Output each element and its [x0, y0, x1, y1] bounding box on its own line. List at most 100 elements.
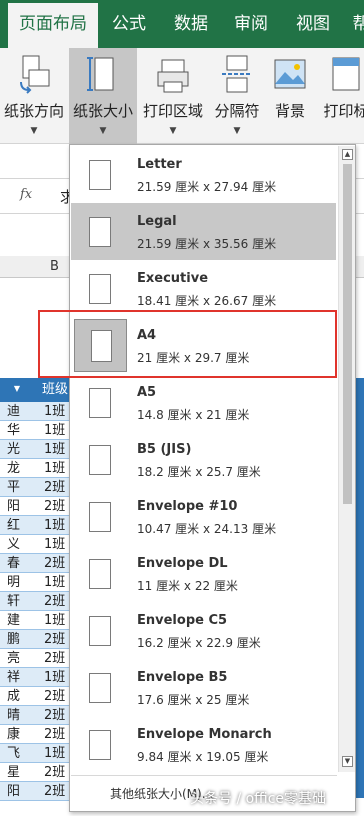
paper-size-name: Envelope B5 [137, 670, 228, 685]
table-cell-class[interactable]: 1班 [22, 611, 70, 630]
paper-size-dimensions: 21.59 厘米 x 35.56 厘米 [137, 237, 277, 251]
chevron-down-icon: ▼ [30, 126, 38, 136]
table-cell-class[interactable]: 1班 [22, 402, 70, 421]
table-cell-name[interactable]: 红 [0, 516, 22, 535]
paper-size-item[interactable]: Legal 21.59 厘米 x 35.56 厘米 [71, 203, 336, 260]
print-area-label: 打印区域 [142, 102, 203, 120]
column-header-b[interactable]: B [50, 259, 59, 274]
tab-page-layout[interactable]: 页面布局 [8, 3, 98, 48]
paper-size-item[interactable]: A5 14.8 厘米 x 21 厘米 [71, 374, 336, 431]
table-cell-class[interactable]: 1班 [22, 668, 70, 687]
table-cell-class[interactable]: 1班 [22, 744, 70, 763]
page-thumbnail-icon [89, 730, 111, 760]
page-thumbnail-icon [89, 217, 111, 247]
table-cell-name[interactable]: 亮 [0, 649, 22, 668]
paper-size-name: Envelope Monarch [137, 727, 272, 742]
table-cell-class[interactable]: 1班 [22, 440, 70, 459]
paper-size-item[interactable]: Envelope #10 10.47 厘米 x 24.13 厘米 [71, 488, 336, 545]
table-cell-class[interactable]: 2班 [22, 687, 70, 706]
table-cell-name[interactable]: 建 [0, 611, 22, 630]
table-cell-class[interactable]: 2班 [22, 763, 70, 782]
paper-size-item[interactable]: Envelope B5 17.6 厘米 x 25 厘米 [71, 659, 336, 716]
a4-highlight-box [38, 310, 337, 378]
paper-size-button[interactable]: 纸张大小 ▼ [69, 48, 137, 144]
table-header-class[interactable]: 班级 [22, 378, 70, 402]
table-cell-name[interactable]: 鹏 [0, 630, 22, 649]
table-cell-name[interactable]: 春 [0, 554, 22, 573]
filter-dropdown-icon[interactable]: ▼ [14, 384, 20, 393]
table-cell-class[interactable]: 1班 [22, 573, 70, 592]
table-cell-name[interactable]: 平 [0, 478, 22, 497]
breaks-icon [222, 55, 252, 93]
paper-size-name: B5 (JIS) [137, 442, 192, 457]
table-cell-class[interactable]: 1班 [22, 421, 70, 440]
paper-size-item[interactable]: B5 (JIS) 18.2 厘米 x 25.7 厘米 [71, 431, 336, 488]
tab-review[interactable]: 审阅 [226, 0, 276, 48]
table-cell-name[interactable]: 光 [0, 440, 22, 459]
tab-formulas[interactable]: 公式 [104, 0, 154, 48]
table-cell-class[interactable]: 2班 [22, 630, 70, 649]
table-cell-class[interactable]: 1班 [22, 516, 70, 535]
scrollbar-thumb[interactable] [343, 164, 352, 504]
page-thumbnail-icon [89, 559, 111, 589]
paper-size-name: Envelope DL [137, 556, 228, 571]
paper-size-name: Executive [137, 271, 209, 286]
paper-size-dropdown: Letter 21.59 厘米 x 27.94 厘米 Legal 21.59 厘米 x… [69, 144, 356, 812]
table-cell-class[interactable]: 1班 [22, 459, 70, 478]
table-cell-class[interactable]: 2班 [22, 592, 70, 611]
dropdown-scrollbar[interactable]: ▲ ▼ [338, 146, 355, 772]
table-cell-class[interactable]: 2班 [22, 706, 70, 725]
table-cell-name[interactable]: 晴 [0, 706, 22, 725]
paper-size-dimensions: 18.2 厘米 x 25.7 厘米 [137, 465, 261, 479]
paper-size-dimensions: 21.59 厘米 x 27.94 厘米 [137, 180, 277, 194]
table-cell-name[interactable]: 阳 [0, 497, 22, 516]
table-cell-name[interactable]: 成 [0, 687, 22, 706]
paper-size-item[interactable]: Envelope Monarch 9.84 厘米 x 19.05 厘米 [71, 716, 336, 773]
table-cell-name[interactable]: 义 [0, 535, 22, 554]
print-titles-icon [332, 57, 360, 91]
page-thumbnail-icon [89, 160, 111, 190]
table-cell-name[interactable]: 龙 [0, 459, 22, 478]
table-cell-name[interactable]: 轩 [0, 592, 22, 611]
table-cell-class[interactable]: 2班 [22, 649, 70, 668]
table-cell-name[interactable]: 阳 [0, 782, 22, 801]
paper-size-item[interactable]: Executive 18.41 厘米 x 26.67 厘米 [71, 260, 336, 317]
watermark: 头条号 / office零基础 [190, 791, 327, 807]
table-cell-name[interactable]: 迪 [0, 402, 22, 421]
breaks-button[interactable]: 分隔符 ▼ [208, 48, 266, 144]
print-area-button[interactable]: 打印区域 ▼ [139, 48, 207, 144]
table-cell-name[interactable]: 祥 [0, 668, 22, 687]
paper-size-item[interactable]: Envelope C5 16.2 厘米 x 22.9 厘米 [71, 602, 336, 659]
paper-size-dimensions: 10.47 厘米 x 24.13 厘米 [137, 522, 277, 536]
scroll-down-arrow-icon[interactable]: ▼ [342, 756, 353, 767]
print-titles-label: 打印标 [323, 102, 364, 120]
tab-help[interactable]: 帮 [346, 0, 364, 48]
paper-size-dimensions: 11 厘米 x 22 厘米 [137, 579, 238, 593]
tab-view[interactable]: 视图 [288, 0, 338, 48]
table-cell-name[interactable]: 飞 [0, 744, 22, 763]
scroll-up-arrow-icon[interactable]: ▲ [342, 149, 353, 160]
table-cell-class[interactable]: 2班 [22, 497, 70, 516]
table-cell-class[interactable]: 2班 [22, 478, 70, 497]
table-cell-class[interactable]: 2班 [22, 554, 70, 573]
table-cell-name[interactable]: 明 [0, 573, 22, 592]
table-cell-name[interactable]: 星 [0, 763, 22, 782]
paper-size-label: 纸张大小 [72, 102, 133, 120]
background-button[interactable]: 背景 [266, 48, 314, 144]
table-cell-name[interactable]: 华 [0, 421, 22, 440]
fx-icon[interactable]: fx [20, 187, 32, 202]
tab-data[interactable]: 数据 [166, 0, 216, 48]
table-cell-class[interactable]: 1班 [22, 535, 70, 554]
print-titles-button[interactable]: 打印标 [316, 48, 364, 144]
paper-size-item[interactable]: Envelope DL 11 厘米 x 22 厘米 [71, 545, 336, 602]
table-cell-class[interactable]: 2班 [22, 782, 70, 801]
chevron-down-icon: ▼ [169, 126, 177, 136]
paper-size-item[interactable]: Letter 21.59 厘米 x 27.94 厘米 [71, 146, 336, 203]
table-cell-name[interactable]: 康 [0, 725, 22, 744]
paper-size-name: A5 [137, 385, 157, 400]
paper-size-icon [87, 57, 114, 91]
orientation-button[interactable]: 纸张方向 ▼ [0, 48, 68, 144]
background-label: 背景 [274, 102, 305, 120]
table-cell-class[interactable]: 2班 [22, 725, 70, 744]
paper-size-dimensions: 17.6 厘米 x 25 厘米 [137, 693, 250, 707]
